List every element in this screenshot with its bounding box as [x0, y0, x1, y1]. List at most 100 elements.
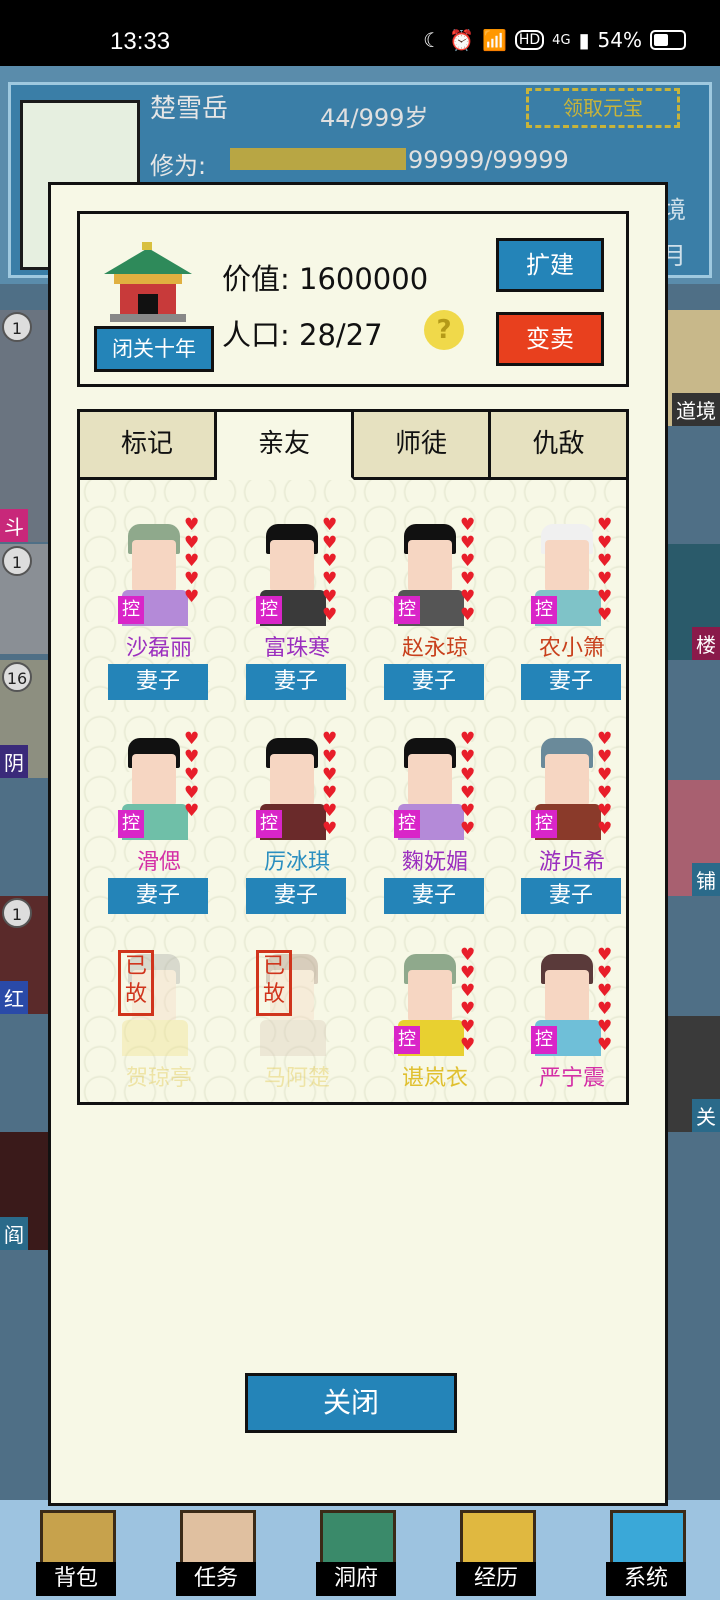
cultivation-bar — [230, 148, 406, 170]
affection-hearts-icon: ♥ ♥ ♥ ♥ ♥ ♥ — [460, 729, 476, 839]
control-tag[interactable]: 控 — [394, 596, 420, 624]
person-card[interactable]: ♥ ♥ ♥ ♥ ♥ ♥ 控严宁震 — [517, 946, 626, 1102]
tile-label: 楼 — [692, 627, 720, 660]
nav-label: 洞府 — [316, 1562, 396, 1596]
relation-badge: 妻子 — [246, 664, 346, 700]
avatar-face — [408, 540, 452, 592]
tab-friends[interactable]: 亲友 — [217, 412, 354, 480]
closed-retreat-badge[interactable]: 闭关十年 — [94, 326, 214, 372]
deceased-stamp: 已故 — [256, 950, 292, 1016]
cultivation-label: 修为: — [150, 152, 207, 180]
tile-label: 阴 — [0, 745, 28, 778]
signal-label: 4G — [552, 32, 571, 48]
tile-badge: 1 — [2, 898, 32, 928]
left-tile[interactable]: 16 阴 — [0, 660, 50, 778]
control-tag[interactable]: 控 — [118, 596, 144, 624]
tile-label: 阎 — [0, 1217, 28, 1250]
person-card[interactable]: ♥ ♥ ♥ ♥ ♥ ♥ 控游贞希 妻子 — [517, 729, 626, 940]
person-card[interactable]: 已故 贺琼亭 — [104, 946, 214, 1102]
value-number: 1600000 — [299, 262, 429, 296]
value-row: 价值: 1600000 — [222, 256, 428, 298]
affection-hearts-icon: ♥ ♥ ♥ ♥ ♥ — [184, 729, 200, 821]
nav-label: 背包 — [36, 1562, 116, 1596]
person-card[interactable]: ♥ ♥ ♥ ♥ ♥ 控滑偲 妻子 — [104, 730, 214, 940]
avatar-face — [270, 540, 314, 592]
person-card[interactable]: ♥ ♥ ♥ ♥ ♥ ♥ 控谌岚衣 — [380, 945, 490, 1102]
nav-label: 任务 — [176, 1562, 256, 1596]
control-tag[interactable]: 控 — [531, 810, 557, 838]
left-tile[interactable]: 1 — [0, 544, 50, 654]
bottom-nav: 背包 任务 洞府 经历 系统 — [0, 1500, 720, 1600]
scroll-icon — [180, 1510, 256, 1566]
person-card[interactable]: 已故马阿楚 — [242, 946, 352, 1102]
right-tile[interactable]: 道境 — [662, 310, 720, 426]
tab-disciples[interactable]: 师徒 — [354, 412, 491, 480]
tile-label: 关 — [692, 1099, 720, 1132]
avatar-face — [545, 970, 589, 1022]
hd-icon: HD — [514, 30, 545, 50]
relation-badge: 妻子 — [384, 664, 484, 700]
person-card[interactable]: ♥ ♥ ♥ ♥ ♥ ♥ 控麴妩媚 妻子 — [380, 730, 490, 940]
wifi-icon: 📶 — [481, 28, 507, 52]
control-tag[interactable]: 控 — [256, 596, 282, 624]
right-tile[interactable]: 楼 — [662, 544, 720, 660]
affection-hearts-icon: ♥ ♥ ♥ ♥ ♥ — [184, 515, 200, 607]
person-card[interactable]: ♥ ♥ ♥ ♥ ♥ ♥ 控厉冰琪 妻子 — [242, 730, 352, 940]
nav-label: 系统 — [606, 1562, 686, 1596]
left-tile[interactable]: 阎 — [0, 1132, 50, 1250]
avatar-face — [408, 970, 452, 1022]
relation-badge: 妻子 — [108, 878, 208, 914]
control-tag[interactable]: 控 — [531, 1026, 557, 1054]
person-card[interactable]: ♥ ♥ ♥ ♥ ♥ ♥ 控赵永琼妻子 — [380, 516, 490, 726]
population-row: 人口: 28/27 — [222, 312, 383, 354]
person-card[interactable]: ♥ ♥ ♥ ♥ ♥ ♥ 控富珠寒 妻子 — [242, 516, 352, 726]
nav-label: 经历 — [456, 1562, 536, 1596]
person-card[interactable]: ♥ ♥ ♥ ♥ ♥ 控沙磊丽 妻子 — [104, 516, 214, 726]
person-name: 赵永琼 — [401, 636, 468, 661]
nav-cave[interactable]: 洞府 — [306, 1510, 406, 1600]
nav-tasks[interactable]: 任务 — [166, 1510, 266, 1600]
left-tile[interactable]: 1 斗 — [0, 310, 50, 542]
right-tile[interactable]: 关 — [662, 1016, 720, 1132]
expand-button[interactable]: 扩建 — [496, 238, 604, 292]
control-tag[interactable]: 控 — [531, 596, 557, 624]
avatar-face — [408, 754, 452, 806]
control-tag[interactable]: 控 — [394, 1026, 420, 1054]
left-tile[interactable]: 1 红 — [0, 896, 50, 1014]
claim-yuanbao-button[interactable]: 领取元宝 — [526, 88, 680, 128]
person-name: 厉冰琪 — [263, 850, 330, 875]
cave-info-panel: 闭关十年 价值: 1600000 人口: 28/27 ? 扩建 变卖 — [77, 211, 629, 387]
alarm-icon: ⏰ — [449, 28, 474, 52]
help-icon[interactable]: ? — [424, 310, 464, 350]
person-name: 马阿楚 — [263, 1066, 330, 1091]
person-name: 谌岚衣 — [401, 1066, 468, 1091]
nav-history[interactable]: 经历 — [446, 1510, 546, 1600]
nav-backpack[interactable]: 背包 — [26, 1510, 126, 1600]
affection-hearts-icon: ♥ ♥ ♥ ♥ ♥ ♥ — [460, 945, 476, 1055]
close-button[interactable]: 关闭 — [245, 1373, 457, 1433]
sell-button[interactable]: 变卖 — [496, 312, 604, 366]
relation-badge: 妻子 — [521, 878, 621, 914]
person-name: 麴妩媚 — [401, 850, 468, 875]
person-name: 严宁震 — [538, 1066, 605, 1091]
population-number: 28/27 — [299, 318, 383, 352]
deceased-stamp: 已故 — [118, 950, 154, 1016]
right-tile[interactable]: 铺 — [662, 780, 720, 896]
tile-badge: 16 — [2, 662, 32, 692]
affection-hearts-icon: ♥ ♥ ♥ ♥ ♥ ♥ — [322, 515, 338, 625]
character-name: 楚雪岳 — [150, 94, 229, 124]
tile-label: 红 — [0, 981, 28, 1014]
nav-system[interactable]: 系统 — [596, 1510, 696, 1600]
control-tag[interactable]: 控 — [118, 810, 144, 838]
control-tag[interactable]: 控 — [394, 810, 420, 838]
tile-label: 斗 — [0, 509, 28, 542]
control-tag[interactable]: 控 — [256, 810, 282, 838]
person-card[interactable]: ♥ ♥ ♥ ♥ ♥ ♥ 控农小箫 妻子 — [517, 516, 626, 726]
avatar-face — [545, 754, 589, 806]
affection-hearts-icon: ♥ ♥ ♥ ♥ ♥ ♥ — [460, 515, 476, 625]
affection-hearts-icon: ♥ ♥ ♥ ♥ ♥ ♥ — [597, 729, 613, 839]
tab-enemies[interactable]: 仇敌 — [491, 412, 626, 480]
avatar-face — [270, 754, 314, 806]
tab-marked[interactable]: 标记 — [80, 412, 217, 480]
tile-label: 铺 — [692, 863, 720, 896]
